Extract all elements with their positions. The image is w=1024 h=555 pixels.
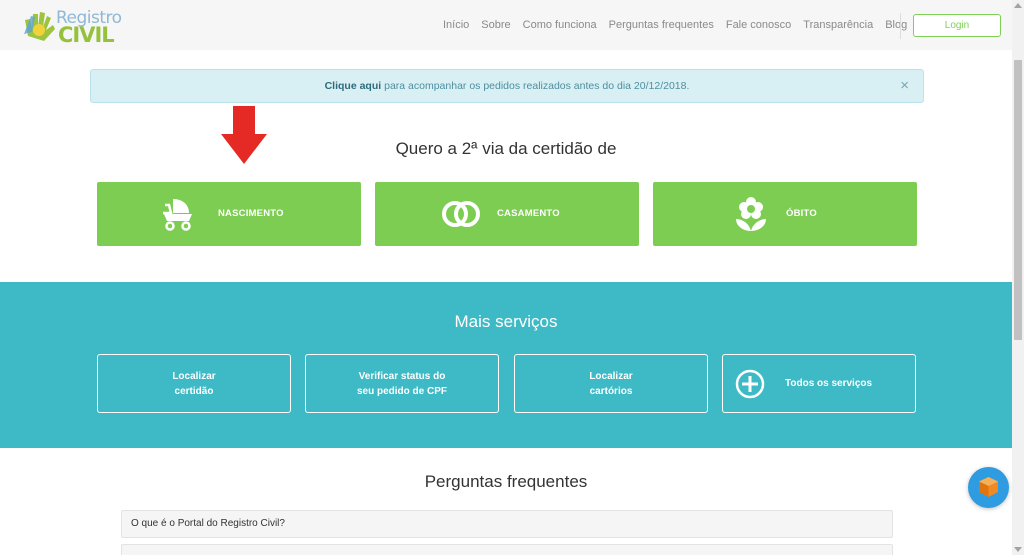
nascimento-button[interactable]: NASCIMENTO bbox=[97, 182, 361, 246]
page-scrollbar[interactable] bbox=[1012, 0, 1024, 555]
logo-text-civil: CIVIL bbox=[58, 23, 115, 47]
todos-servicos-button[interactable]: Todos os serviços bbox=[722, 354, 916, 413]
scroll-down-arrow-icon[interactable] bbox=[1014, 547, 1022, 552]
nav-item-fale-conosco[interactable]: Fale conosco bbox=[726, 19, 791, 31]
todos-servicos-label: Todos os serviços bbox=[785, 378, 873, 389]
localizar-certidao-label: Localizar certidão bbox=[172, 370, 216, 397]
nav-item-perguntas-frequentes[interactable]: Perguntas frequentes bbox=[609, 19, 714, 31]
verificar-status-cpf-label: Verificar status do seu pedido de CPF bbox=[356, 370, 447, 397]
alert-close-icon[interactable]: × bbox=[900, 70, 909, 102]
certidao-section-title: Quero a 2ª via da certidão de bbox=[395, 139, 617, 158]
nav-divider bbox=[900, 13, 901, 39]
main-nav: Início Sobre Como funciona Perguntas fre… bbox=[443, 19, 919, 31]
hand-logo-icon bbox=[24, 12, 55, 41]
baby-stroller-icon bbox=[163, 199, 192, 231]
casamento-label: CASAMENTO bbox=[497, 208, 560, 219]
obito-label: ÓBITO bbox=[786, 208, 817, 219]
casamento-button[interactable]: CASAMENTO bbox=[375, 182, 639, 246]
mais-servicos-section: Mais serviços Localizar certidão Verific… bbox=[0, 282, 1012, 448]
nav-item-blog[interactable]: Blog bbox=[885, 19, 907, 31]
localizar-certidao-button[interactable]: Localizar certidão bbox=[97, 354, 291, 413]
faq-item[interactable]: O que é o Portal do Registro Civil? bbox=[121, 510, 893, 538]
faq-section-title: Perguntas frequentes bbox=[424, 472, 588, 491]
flower-icon bbox=[736, 197, 766, 231]
mais-servicos-title: Mais serviços bbox=[454, 312, 558, 331]
faq-item-partial[interactable] bbox=[121, 544, 893, 555]
nav-item-transparencia[interactable]: Transparência bbox=[803, 19, 873, 31]
registro-civil-logo[interactable]: Registro CIVIL bbox=[22, 6, 122, 47]
chat-widget-button[interactable] bbox=[968, 467, 1009, 508]
alert-link[interactable]: Clique aqui bbox=[325, 80, 382, 92]
obito-button[interactable]: ÓBITO bbox=[653, 182, 917, 246]
login-button[interactable]: Login bbox=[913, 14, 1001, 37]
verificar-status-cpf-button[interactable]: Verificar status do seu pedido de CPF bbox=[305, 354, 499, 413]
header: Registro CIVIL Início Sobre Como funcion… bbox=[0, 0, 1012, 50]
nav-item-inicio[interactable]: Início bbox=[443, 19, 469, 31]
nav-item-sobre[interactable]: Sobre bbox=[481, 19, 510, 31]
nascimento-label: NASCIMENTO bbox=[218, 208, 284, 219]
nav-item-como-funciona[interactable]: Como funciona bbox=[523, 19, 597, 31]
scroll-up-arrow-icon[interactable] bbox=[1014, 3, 1022, 8]
localizar-cartorios-label: Localizar cartórios bbox=[589, 370, 633, 397]
plus-circle-icon bbox=[735, 369, 765, 398]
wedding-rings-icon bbox=[442, 201, 480, 227]
chat-box-icon bbox=[979, 477, 998, 497]
localizar-cartorios-button[interactable]: Localizar cartórios bbox=[514, 354, 708, 413]
alert-message: para acompanhar os pedidos realizados an… bbox=[381, 80, 690, 92]
scrollbar-thumb[interactable] bbox=[1014, 60, 1022, 340]
info-alert: Clique aqui para acompanhar os pedidos r… bbox=[90, 69, 924, 103]
